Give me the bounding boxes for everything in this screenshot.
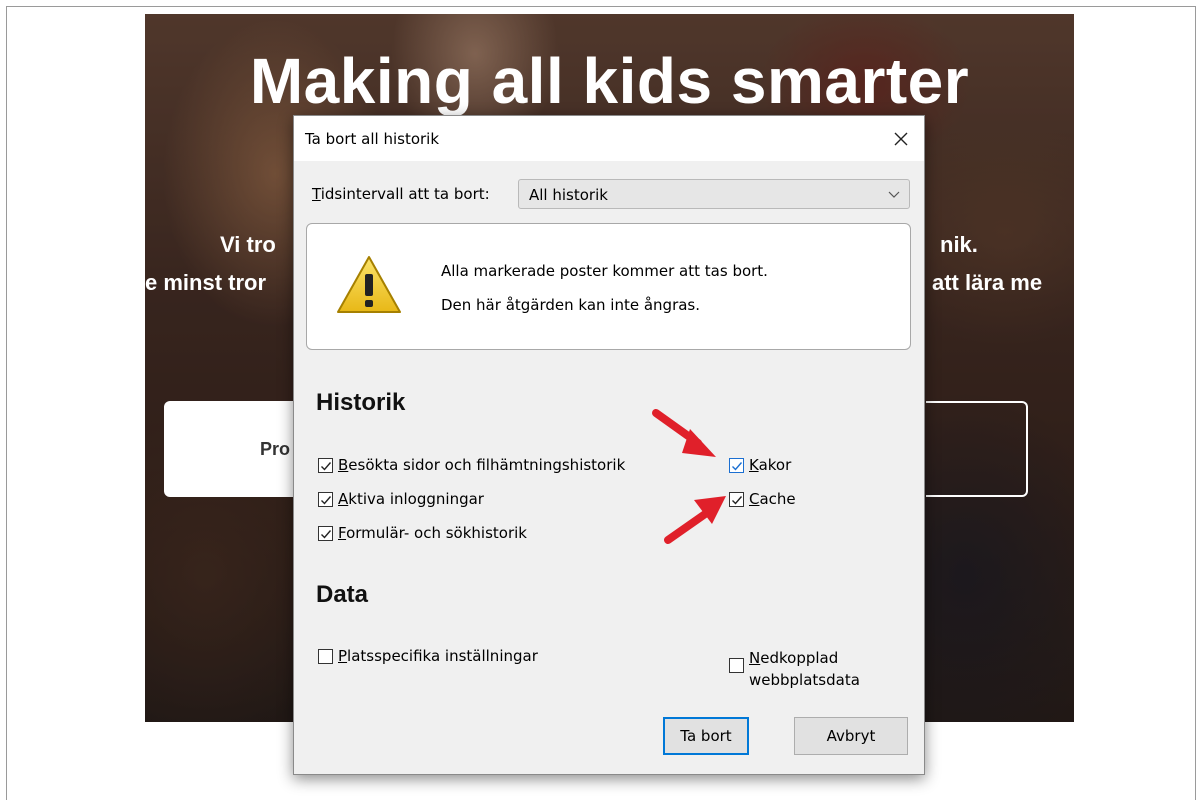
chevron-down-icon xyxy=(888,191,900,198)
checkbox-active-logins[interactable]: Aktiva inloggningar xyxy=(318,490,484,508)
warning-message: Alla markerade poster kommer att tas bor… xyxy=(441,262,768,280)
confirm-delete-button[interactable]: Ta bort xyxy=(663,717,749,755)
checkbox-box xyxy=(318,649,333,664)
clear-history-dialog: Ta bort all historik Tidsintervall att t… xyxy=(293,115,925,775)
data-heading: Data xyxy=(316,581,369,608)
history-heading: Historik xyxy=(316,389,406,416)
hero-headline: Making all kids smarter xyxy=(249,45,970,117)
warning-submessage: Den här åtgärden kan inte ångras. xyxy=(441,296,701,314)
checkbox-label: Cache xyxy=(749,490,796,508)
checkbox-label: Platsspecifika inställningar xyxy=(338,647,538,665)
checkmark-icon xyxy=(321,530,332,539)
close-icon xyxy=(894,132,908,145)
hero-text-fragment: att lära me xyxy=(932,270,1043,295)
checkbox-site-settings[interactable]: Platsspecifika inställningar xyxy=(318,647,538,665)
hero-cta-button[interactable]: Pro xyxy=(164,401,299,497)
checkbox-visited-pages[interactable]: Besökta sidor och filhämtningshistorik xyxy=(318,456,625,474)
checkbox-box xyxy=(729,658,744,673)
checkbox-box xyxy=(729,458,744,473)
hero-cta-label: Pro xyxy=(260,439,291,459)
close-button[interactable] xyxy=(878,116,924,161)
checkbox-box xyxy=(318,492,333,507)
hero-text-fragment: e minst tror xyxy=(145,270,267,295)
checkbox-form-history[interactable]: Formulär- och sökhistorik xyxy=(318,524,527,542)
dialog-title: Ta bort all historik xyxy=(305,130,440,148)
checkbox-cache[interactable]: Cache xyxy=(729,490,796,508)
checkbox-label: Kakor xyxy=(749,456,792,474)
hero-text-fragment: Vi tro xyxy=(220,232,276,257)
checkmark-icon xyxy=(321,496,332,505)
cancel-button[interactable]: Avbryt xyxy=(794,717,908,755)
hero-text-fragment: nik. xyxy=(940,232,978,257)
warning-icon xyxy=(337,256,401,313)
dialog-titlebar: Ta bort all historik xyxy=(294,116,924,161)
time-range-select[interactable]: All historik xyxy=(518,179,910,209)
hero-secondary-button[interactable] xyxy=(926,401,1028,497)
checkmark-icon xyxy=(732,462,743,471)
annotation-arrow-icon xyxy=(664,496,726,544)
checkbox-label: Besökta sidor och filhämtningshistorik xyxy=(338,456,626,474)
time-range-label: Tidsintervall att ta bort: xyxy=(312,185,490,203)
warning-box: Alla markerade poster kommer att tas bor… xyxy=(306,223,911,350)
annotation-arrow-icon xyxy=(652,409,716,457)
checkbox-box xyxy=(318,526,333,541)
checkbox-offline-data[interactable]: Nedkopplad webbplatsdata xyxy=(729,647,860,691)
checkmark-icon xyxy=(321,462,332,471)
checkbox-label: Aktiva inloggningar xyxy=(338,490,484,508)
checkbox-box xyxy=(318,458,333,473)
time-range-value: All historik xyxy=(529,186,608,204)
checkbox-label: Nedkopplad webbplatsdata xyxy=(749,649,860,689)
checkmark-icon xyxy=(732,496,743,505)
checkbox-cookies[interactable]: Kakor xyxy=(729,456,791,474)
checkbox-label: Formulär- och sökhistorik xyxy=(338,524,527,542)
